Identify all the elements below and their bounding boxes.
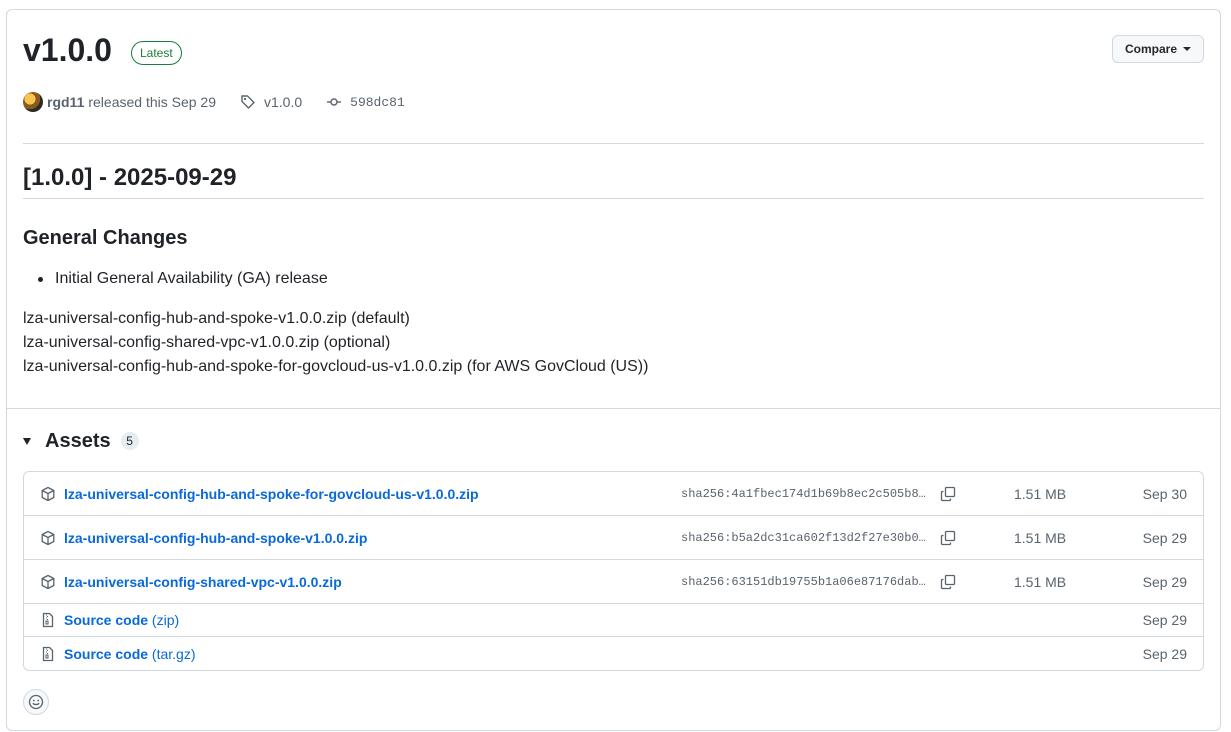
- triangle-down-icon: [23, 437, 31, 445]
- general-changes-heading: General Changes: [23, 227, 188, 249]
- asset-date: Sep 29: [1142, 612, 1187, 628]
- asset-date: Sep 29: [1142, 573, 1187, 590]
- file-zip-icon: [40, 646, 56, 662]
- asset-date: Sep 29: [1142, 529, 1187, 546]
- release-notes-heading: [1.0.0] - 2025-09-29: [23, 164, 237, 191]
- release-version-title[interactable]: v1.0.0: [23, 30, 112, 70]
- asset-size: 1.51 MB: [1014, 485, 1067, 502]
- released-text: released this Sep 29: [88, 94, 216, 110]
- source-code-label: Source code: [64, 645, 149, 662]
- asset-date: Sep 29: [1142, 645, 1187, 662]
- notes-line: lza-universal-config-hub-and-spoke-for-g…: [23, 358, 649, 375]
- compare-button-label: Compare: [1124, 42, 1177, 56]
- asset-date: Sep 30: [1142, 485, 1187, 502]
- copy-icon[interactable]: [939, 573, 957, 591]
- commit-link[interactable]: 598dc81: [326, 94, 405, 110]
- commit-icon: [327, 98, 342, 106]
- commit-sha: 598dc81: [350, 94, 405, 110]
- chevron-down-icon: [1183, 47, 1191, 51]
- latest-badge: Latest: [131, 41, 182, 65]
- asset-size: 1.51 MB: [1014, 573, 1067, 590]
- release-notes-paragraph: lza-universal-config-hub-and-spoke-v1.0.…: [23, 307, 648, 379]
- release-card: v1.0.0 Latest Compare rgd11 released thi…: [6, 9, 1221, 731]
- asset-download-link[interactable]: lza-universal-config-hub-and-spoke-for-g…: [64, 486, 479, 502]
- source-code-zip-link[interactable]: Source code (zip): [64, 612, 179, 628]
- compare-button[interactable]: Compare: [1111, 35, 1204, 63]
- copy-icon[interactable]: [939, 485, 957, 503]
- source-code-targz-link[interactable]: Source code (tar.gz): [64, 646, 196, 662]
- asset-row: Source code (zip) Sep 29: [24, 604, 1203, 637]
- avatar[interactable]: [23, 92, 43, 112]
- tag-icon: [241, 95, 255, 109]
- asset-row: lza-universal-config-shared-vpc-v1.0.0.z…: [24, 560, 1203, 604]
- smiley-icon: [28, 694, 44, 710]
- asset-size: 1.51 MB: [1014, 529, 1067, 546]
- header-divider: [23, 143, 1204, 144]
- assets-list: lza-universal-config-hub-and-spoke-for-g…: [23, 471, 1204, 671]
- asset-row: lza-universal-config-hub-and-spoke-for-g…: [24, 472, 1203, 516]
- notes-line: lza-universal-config-shared-vpc-v1.0.0.z…: [23, 334, 391, 351]
- file-zip-icon: [40, 612, 56, 628]
- assets-count-badge: 5: [120, 432, 139, 450]
- asset-download-link[interactable]: lza-universal-config-shared-vpc-v1.0.0.z…: [64, 574, 342, 590]
- release-header: v1.0.0 Latest Compare rgd11 released thi…: [23, 30, 1204, 112]
- package-icon: [40, 530, 56, 546]
- asset-download-link[interactable]: lza-universal-config-hub-and-spoke-v1.0.…: [64, 530, 367, 546]
- assets-title: Assets: [45, 429, 111, 452]
- tag-label: v1.0.0: [264, 94, 303, 110]
- changes-list: Initial General Availability (GA) releas…: [23, 267, 328, 291]
- package-icon: [40, 486, 56, 502]
- source-code-format: (zip): [151, 612, 180, 628]
- asset-sha: sha256:63151db19755b1a06e87176dab…: [681, 574, 926, 589]
- release-meta: rgd11 released this Sep 29 v1.0.0 598dc8…: [23, 92, 405, 112]
- add-reaction-button[interactable]: [23, 689, 49, 715]
- list-item: Initial General Availability (GA) releas…: [23, 267, 328, 291]
- asset-row: lza-universal-config-hub-and-spoke-v1.0.…: [24, 516, 1203, 560]
- asset-row: Source code (tar.gz) Sep 29: [24, 637, 1203, 670]
- copy-icon[interactable]: [939, 529, 957, 547]
- asset-sha: sha256:4a1fbec174d1b69b8ec2c505b8…: [681, 486, 926, 501]
- tag-link[interactable]: v1.0.0: [240, 94, 302, 110]
- assets-divider: [7, 408, 1220, 409]
- asset-sha: sha256:b5a2dc31ca602f13d2f27e30b0…: [681, 530, 926, 545]
- assets-toggle[interactable]: Assets 5: [23, 429, 139, 453]
- package-icon: [40, 574, 56, 590]
- notes-line: lza-universal-config-hub-and-spoke-v1.0.…: [23, 310, 410, 327]
- source-code-label: Source code: [64, 612, 149, 628]
- heading-divider: [23, 198, 1204, 199]
- source-code-format: (tar.gz): [151, 645, 196, 662]
- author-link[interactable]: rgd11: [47, 94, 84, 110]
